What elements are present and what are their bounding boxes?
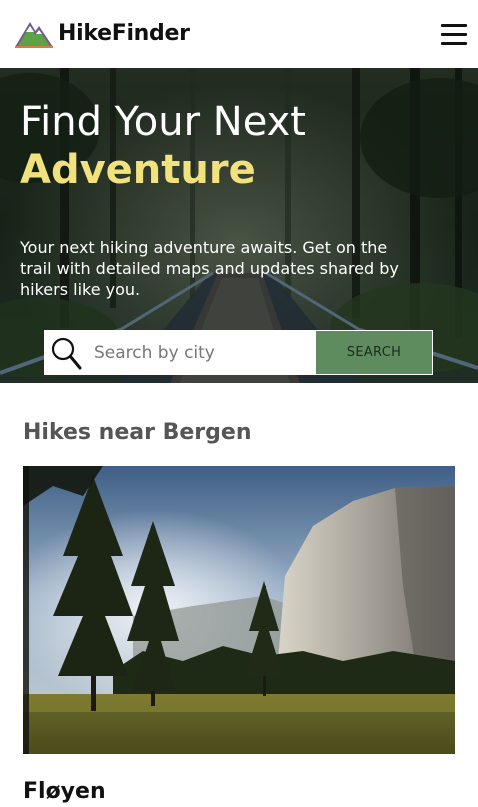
- search-button[interactable]: SEARCH: [316, 331, 432, 374]
- hike-card[interactable]: Fløyen: [23, 466, 455, 807]
- top-nav-bar: HikeFinder: [0, 0, 478, 68]
- hero-description: Your next hiking adventure awaits. Get o…: [20, 238, 399, 299]
- mountain-logo-icon: [15, 22, 53, 48]
- hero-banner: Find Your Next Adventure Your next hikin…: [0, 68, 478, 383]
- section-title: Hikes near Bergen: [23, 420, 252, 445]
- hike-name[interactable]: Fløyen: [23, 779, 106, 804]
- hamburger-menu-icon[interactable]: [441, 23, 469, 45]
- city-search-input[interactable]: [88, 330, 316, 375]
- hike-photo[interactable]: [23, 466, 455, 754]
- search-icon[interactable]: [44, 330, 88, 375]
- brand-name: HikeFinder: [58, 20, 190, 46]
- brand-logo-link[interactable]: HikeFinder: [14, 17, 190, 49]
- hero-title-line1: Find Your Next: [20, 99, 306, 145]
- hero-title-line2: Adventure: [20, 147, 256, 193]
- search-bar: SEARCH: [44, 330, 433, 375]
